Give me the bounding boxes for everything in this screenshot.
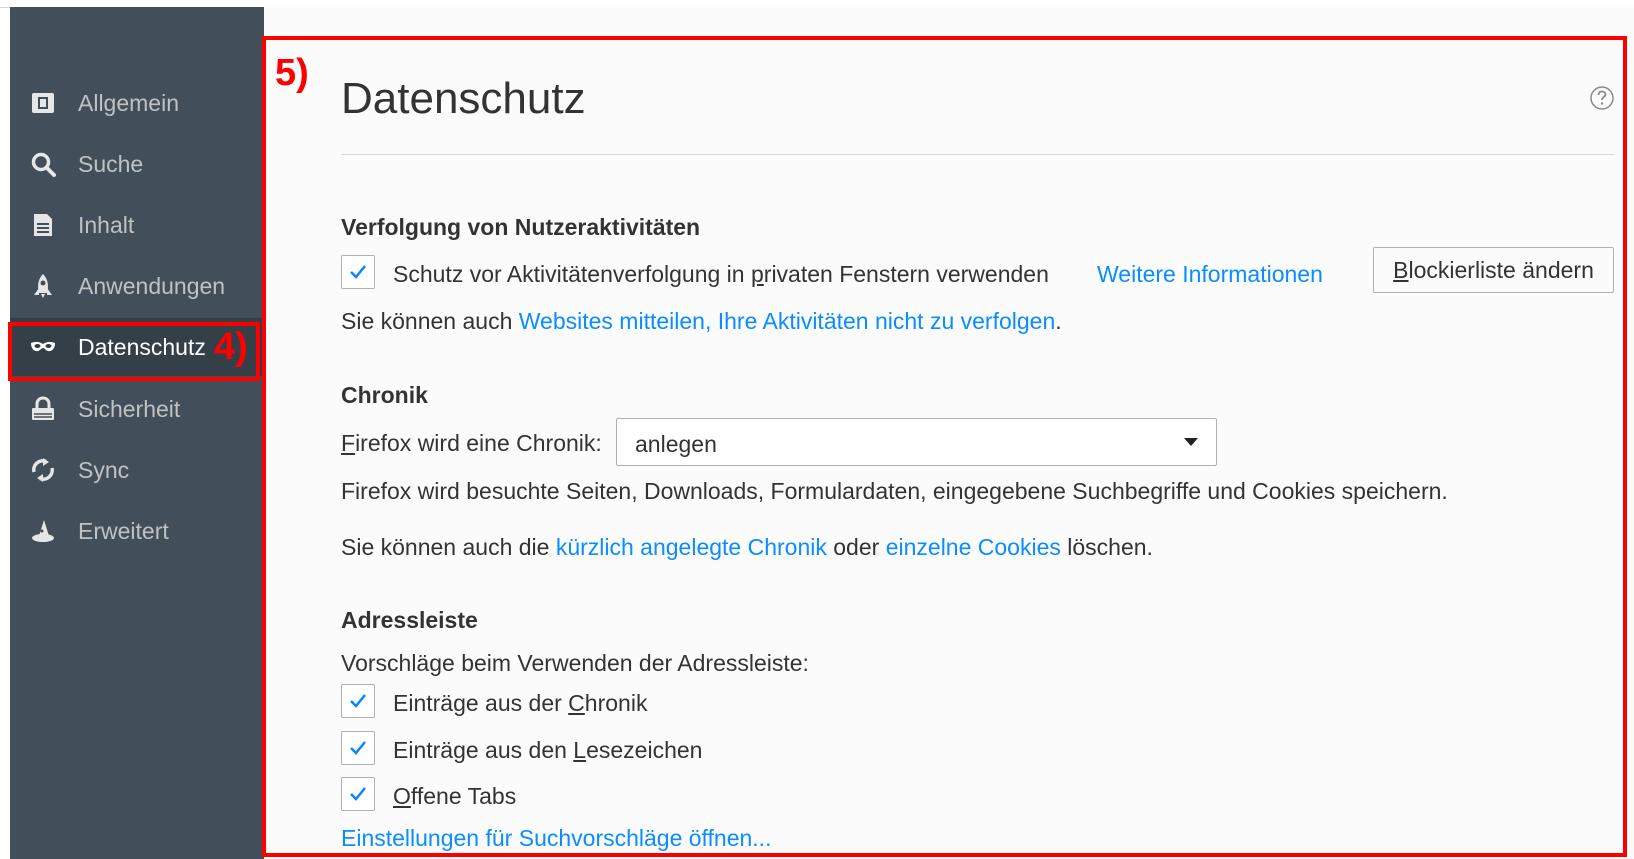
sidebar-item-label: Allgemein: [78, 89, 179, 116]
rocket-icon: [30, 273, 56, 299]
page-title: Datenschutz: [341, 74, 586, 123]
clear-text-end: löschen.: [1060, 534, 1153, 560]
history-select-label: Firefox wird eine Chronik:: [341, 430, 602, 457]
search-icon: [30, 151, 56, 177]
more-info-link[interactable]: Weitere Informationen: [1097, 261, 1323, 288]
dnt-link[interactable]: Websites mitteilen, Ihre Aktivitäten nic…: [519, 308, 1056, 334]
history-heading: Chronik: [341, 382, 428, 408]
bookmark-suggestions-checkbox[interactable]: [341, 731, 375, 765]
addressbar-heading: Adressleiste: [341, 607, 478, 633]
label-text: rivaten Fenstern verwenden: [763, 261, 1049, 287]
change-blocklist-button[interactable]: Blockierliste ändern: [1373, 247, 1614, 293]
lock-icon: [30, 396, 56, 422]
history-mode-select[interactable]: anlegen: [616, 418, 1217, 466]
access-key: B: [1393, 256, 1409, 283]
bookmark-suggestions-label[interactable]: Einträge aus den Lesezeichen: [393, 737, 702, 764]
label-text: ffene Tabs: [410, 783, 517, 809]
label-text: Einträge aus den: [393, 737, 574, 763]
label-text: irefox wird eine Chronik:: [355, 430, 602, 456]
annotation-marker-5: 5): [275, 52, 309, 94]
clear-text-mid: oder: [826, 534, 886, 560]
tracking-protection-label[interactable]: Schutz vor Aktivitätenverfolgung in priv…: [393, 261, 1049, 288]
sidebar-item-suche[interactable]: Suche: [10, 135, 264, 193]
dnt-text: Sie können auch: [341, 308, 519, 334]
search-suggestions-settings-link[interactable]: Einstellungen für Suchvorschläge öffnen.…: [341, 825, 771, 852]
cookies-link[interactable]: einzelne Cookies: [886, 534, 1061, 560]
sidebar-item-label: Anwendungen: [78, 272, 226, 299]
sidebar-item-sync[interactable]: Sync: [10, 441, 264, 499]
annotation-marker-4: 4): [214, 326, 248, 368]
access-key: L: [573, 737, 587, 763]
dropdown-arrow-icon: [1184, 438, 1198, 446]
history-suggestions-checkbox[interactable]: [341, 684, 375, 718]
history-suggestions-label[interactable]: Einträge aus der Chronik: [393, 690, 647, 717]
label-text: esezeichen: [586, 737, 703, 763]
button-label: lockierliste ändern: [1408, 256, 1594, 283]
sidebar-item-allgemein[interactable]: Allgemein: [10, 74, 264, 132]
access-key: O: [393, 783, 411, 809]
sidebar: Allgemein Suche Inhalt Anwendungen Daten…: [10, 7, 264, 859]
checkmark-icon: [350, 694, 366, 708]
wizard-hat-icon: [30, 518, 56, 544]
sidebar-item-label: Sync: [78, 456, 130, 483]
title-divider: [341, 154, 1614, 155]
sidebar-item-label: Sicherheit: [78, 395, 181, 422]
sidebar-item-inhalt[interactable]: Inhalt: [10, 196, 264, 254]
sidebar-item-anwendungen[interactable]: Anwendungen: [10, 257, 264, 315]
recent-history-link[interactable]: kürzlich angelegte Chronik: [556, 534, 827, 560]
label-text: Schutz vor Aktivitätenverfolgung in: [393, 261, 751, 287]
document-icon: [30, 212, 56, 238]
dnt-text-end: .: [1055, 308, 1062, 334]
checkmark-icon: [350, 265, 366, 279]
tracking-protection-checkbox[interactable]: [341, 255, 375, 289]
sidebar-item-label: Suche: [78, 150, 144, 177]
label-text: hronik: [584, 690, 648, 716]
open-tabs-label[interactable]: Offene Tabs: [393, 783, 516, 810]
dnt-line: Sie können auch Websites mitteilen, Ihre…: [341, 308, 1062, 335]
access-key: p: [750, 261, 764, 287]
open-tabs-checkbox[interactable]: [341, 777, 375, 811]
checkmark-icon: [350, 741, 366, 755]
sidebar-item-label: Inhalt: [78, 211, 135, 238]
select-value: anlegen: [635, 431, 717, 457]
history-description: Firefox wird besuchte Seiten, Downloads,…: [341, 478, 1448, 504]
clear-text: Sie können auch die: [341, 534, 556, 560]
sidebar-item-erweitert[interactable]: Erweitert: [10, 502, 264, 560]
checkmark-icon: [350, 787, 366, 801]
tracking-heading: Verfolgung von Nutzeraktivitäten: [341, 214, 701, 240]
sidebar-item-sicherheit[interactable]: Sicherheit: [10, 380, 264, 438]
access-key: F: [341, 430, 356, 456]
sidebar-item-label: Erweitert: [78, 517, 169, 544]
history-clear-line: Sie können auch die kürzlich angelegte C…: [341, 534, 1153, 561]
addressbar-intro: Vorschläge beim Verwenden der Adressleis…: [341, 650, 809, 676]
general-icon: [30, 90, 56, 116]
sync-icon: [30, 457, 56, 483]
help-icon[interactable]: [1589, 85, 1615, 116]
access-key: C: [568, 690, 585, 716]
label-text: Einträge aus der: [393, 690, 569, 716]
